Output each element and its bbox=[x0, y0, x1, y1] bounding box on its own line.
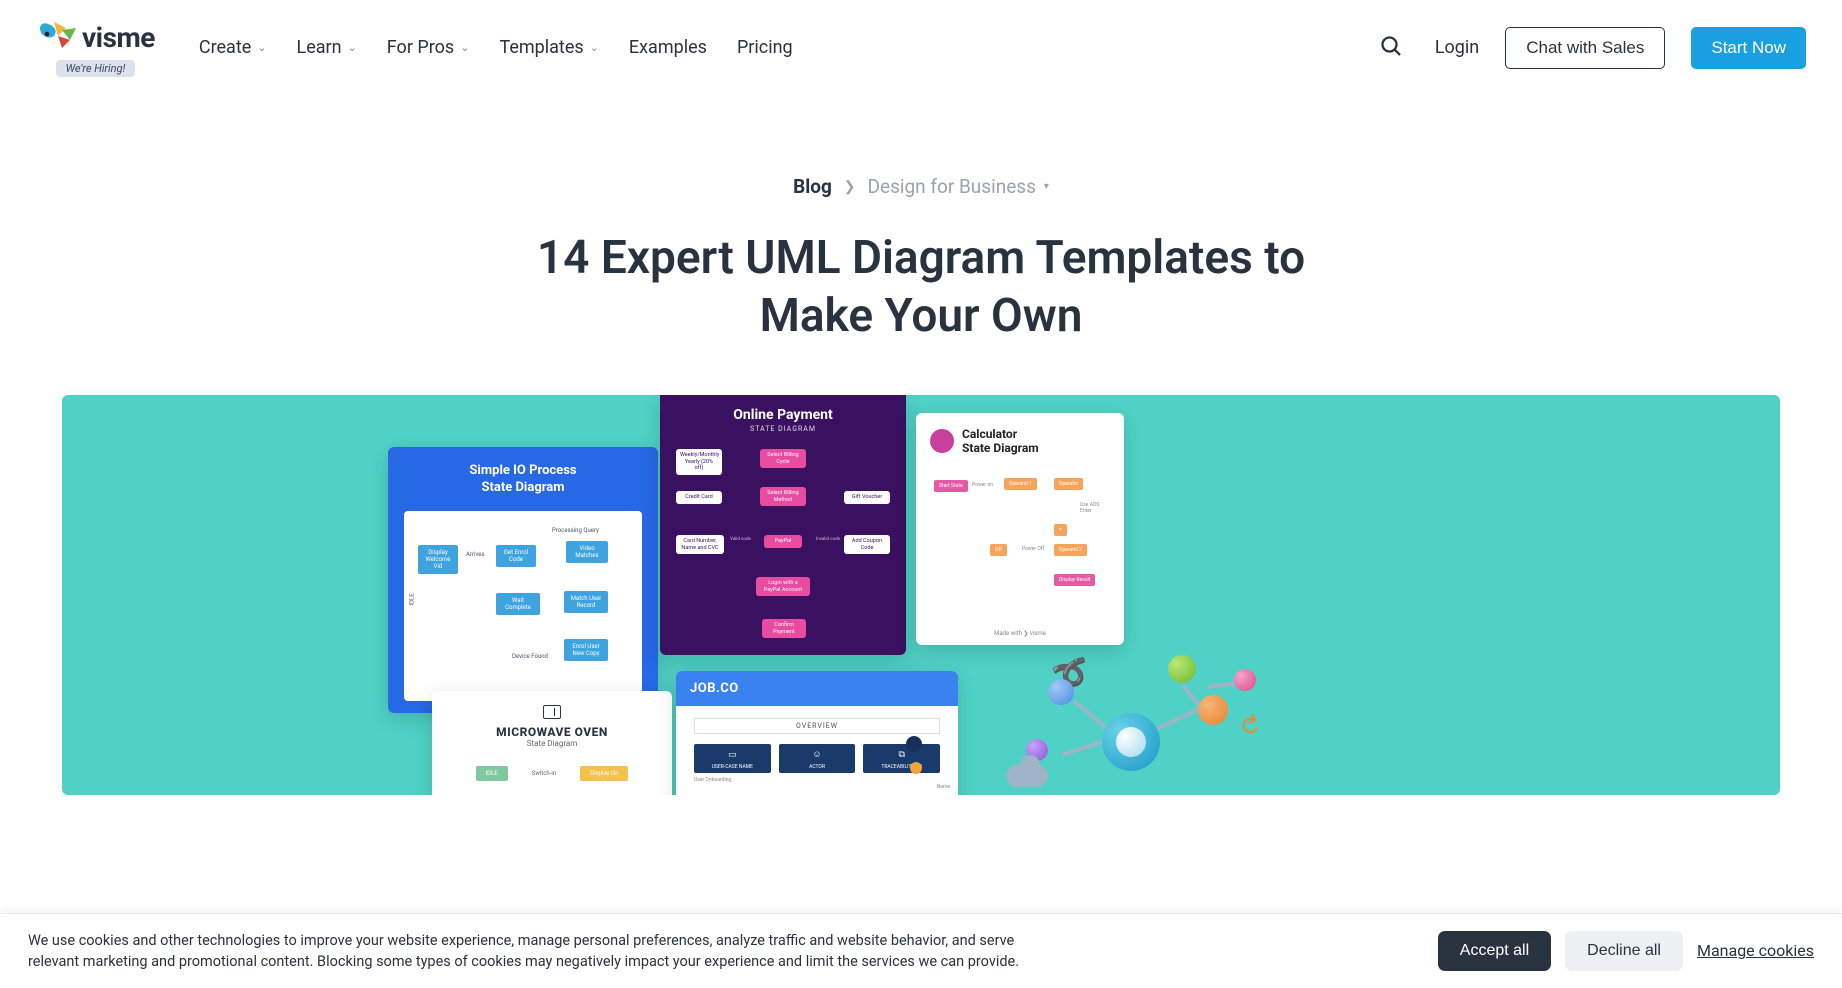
logo-mark bbox=[36, 18, 78, 56]
curved-arrow-icon: ↻ bbox=[1230, 709, 1267, 743]
hero-image: Simple IO ProcessState Diagram IDLE Arri… bbox=[62, 395, 1780, 795]
nav-templates[interactable]: Templates⌄ bbox=[499, 37, 598, 58]
chevron-down-icon: ⌄ bbox=[257, 41, 266, 54]
template-card-microwave: MICROWAVE OVEN State Diagram IDLE Switch… bbox=[432, 691, 672, 795]
chat-with-sales-button[interactable]: Chat with Sales bbox=[1505, 27, 1665, 69]
cookie-banner: We use cookies and other technologies to… bbox=[0, 913, 1842, 988]
logo-block[interactable]: visme We're Hiring! bbox=[36, 18, 155, 77]
start-now-button[interactable]: Start Now bbox=[1691, 27, 1806, 69]
login-link[interactable]: Login bbox=[1435, 37, 1479, 58]
logo-text: visme bbox=[82, 21, 155, 54]
primary-nav: Create⌄ Learn⌄ For Pros⌄ Templates⌄ Exam… bbox=[199, 37, 793, 58]
breadcrumb-category[interactable]: Design for Business ▾ bbox=[868, 175, 1049, 198]
chevron-down-icon: ⌄ bbox=[348, 41, 357, 54]
nav-examples[interactable]: Examples bbox=[629, 37, 707, 58]
template-card-online-payment: Online Payment STATE DIAGRAM Weekly/Mont… bbox=[660, 395, 906, 655]
decorative-molecule: ➰ ↻ bbox=[1002, 655, 1282, 795]
accept-all-button[interactable]: Accept all bbox=[1438, 931, 1551, 971]
microwave-icon bbox=[543, 705, 561, 719]
cookie-text: We use cookies and other technologies to… bbox=[28, 930, 1048, 972]
template-card-calculator: CalculatorState Diagram Start State Powe… bbox=[916, 413, 1124, 645]
calculator-icon bbox=[930, 429, 954, 453]
nav-learn[interactable]: Learn⌄ bbox=[297, 37, 357, 58]
hiring-badge[interactable]: We're Hiring! bbox=[56, 60, 136, 77]
nav-pricing[interactable]: Pricing bbox=[737, 37, 793, 58]
decline-all-button[interactable]: Decline all bbox=[1565, 931, 1683, 971]
breadcrumb: Blog ❯ Design for Business ▾ bbox=[0, 175, 1842, 198]
breadcrumb-blog[interactable]: Blog bbox=[793, 175, 832, 198]
site-header: visme We're Hiring! Create⌄ Learn⌄ For P… bbox=[0, 0, 1842, 85]
chevron-right-icon: ❯ bbox=[844, 179, 856, 195]
nav-for-pros[interactable]: For Pros⌄ bbox=[387, 37, 470, 58]
caret-down-icon: ▾ bbox=[1044, 181, 1049, 192]
search-icon bbox=[1379, 34, 1403, 58]
search-button[interactable] bbox=[1373, 28, 1409, 67]
template-card-jobco: JOB.CO OVERVIEW ▭USER-CASE NAME ☺ACTOR ⧉… bbox=[676, 671, 958, 795]
chevron-down-icon: ⌄ bbox=[590, 41, 599, 54]
cloud-icon bbox=[1006, 765, 1048, 787]
template-card-simple-io: Simple IO ProcessState Diagram IDLE Arri… bbox=[388, 447, 658, 713]
chevron-down-icon: ⌄ bbox=[460, 41, 469, 54]
page-title: 14 Expert UML Diagram Templates to Make … bbox=[511, 230, 1331, 345]
manage-cookies-link[interactable]: Manage cookies bbox=[1697, 941, 1814, 960]
nav-create[interactable]: Create⌄ bbox=[199, 37, 267, 58]
